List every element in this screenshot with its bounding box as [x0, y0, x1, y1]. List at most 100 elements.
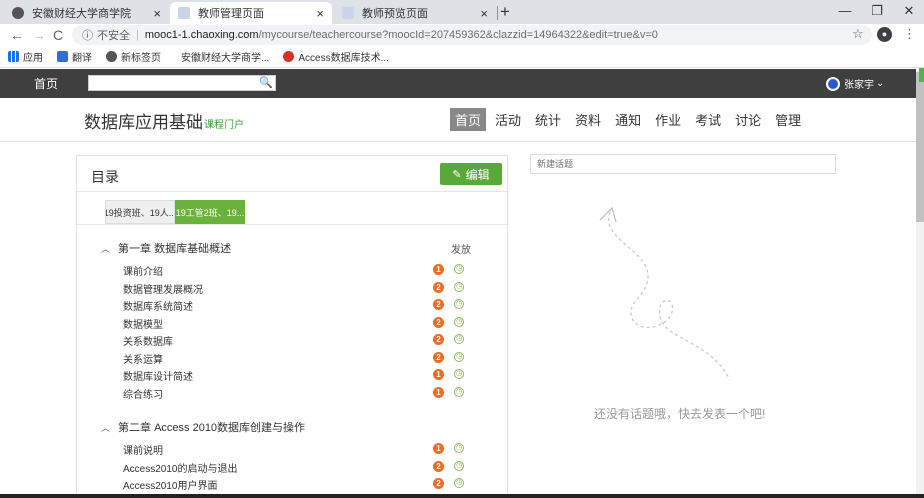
security-label: 不安全 [97, 30, 130, 42]
nav-notice[interactable]: 通知 [610, 108, 646, 131]
lesson-item[interactable]: 课前说明 [123, 442, 163, 457]
lesson-item[interactable]: Access2010用户界面 [123, 477, 217, 492]
tab-class-1[interactable]: 19投资班、19人... [105, 200, 175, 224]
maximize-button[interactable]: ❐ [862, 2, 892, 20]
clock-icon[interactable]: ◷ [454, 282, 464, 292]
chapter-title: 第一章 数据库基础概述 [118, 243, 232, 255]
site-home-link[interactable]: 首页 [34, 75, 58, 92]
user-menu[interactable]: 张家宇 ⌄ [826, 76, 884, 91]
side-indicator [919, 68, 924, 82]
chevron-up-icon[interactable]: ︿ [101, 242, 110, 255]
tab-close-icon[interactable]: × [316, 6, 324, 21]
chapter-2[interactable]: ︿ 第二章 Access 2010数据库创建与操作 [101, 419, 305, 435]
empty-topics-text: 还没有话题哦，快去发表一个吧! [594, 407, 766, 421]
browser-tab-3[interactable]: 教师预览页面 × [334, 2, 496, 24]
lesson-item[interactable]: 数据库系统简述 [123, 298, 193, 313]
clock-icon[interactable]: ◷ [454, 352, 464, 362]
pencil-icon: ✎ [452, 168, 462, 181]
site-header: 首页 🔍 张家宇 ⌄ [0, 69, 916, 98]
lesson-item[interactable]: 关系运算 [123, 351, 163, 366]
nav-discussion[interactable]: 讨论 [730, 108, 766, 131]
chevron-up-icon[interactable]: ︿ [101, 421, 110, 434]
clock-icon[interactable]: ◷ [454, 461, 464, 471]
lesson-count-badge: 1 [433, 369, 444, 380]
chapter-1[interactable]: ︿ 第一章 数据库基础概述 [101, 240, 231, 256]
lesson-count-badge: 2 [433, 461, 444, 472]
bookmark-access[interactable]: Access数据库技术... [283, 49, 389, 64]
course-portal-link[interactable]: 课程门户 [204, 120, 244, 131]
nav-exam[interactable]: 考试 [690, 108, 726, 131]
course-header: 数据库应用基础课程门户 首页 活动 统计 资料 通知 作业 考试 讨论 管理 [0, 98, 916, 142]
nav-materials[interactable]: 资料 [570, 108, 606, 131]
tab-title: 教师预览页面 [362, 8, 428, 20]
lesson-count-badge: 2 [433, 478, 444, 489]
clock-icon[interactable]: ◷ [454, 478, 464, 488]
course-nav: 首页 活动 统计 资料 通知 作业 考试 讨论 管理 [450, 108, 810, 131]
lesson-count-badge: 2 [433, 352, 444, 363]
info-icon[interactable]: ⓘ [82, 27, 93, 43]
nav-activity[interactable]: 活动 [490, 108, 526, 131]
globe-icon [106, 51, 117, 62]
browser-tab-2[interactable]: 教师管理页面 × [170, 2, 332, 24]
lesson-item[interactable]: 数据管理发展概况 [123, 281, 203, 296]
tab-close-icon[interactable]: × [480, 6, 488, 21]
clock-icon[interactable]: ◷ [454, 334, 464, 344]
url-input[interactable]: ⓘ 不安全 | mooc1-1.chaoxing.com/mycourse/te… [72, 25, 872, 45]
tab-close-icon[interactable]: × [153, 6, 161, 21]
clock-icon[interactable]: ◷ [454, 443, 464, 453]
bookmark-newtab[interactable]: 新标签页 [106, 49, 161, 64]
tab-separator [497, 6, 498, 20]
clock-icon[interactable]: ◷ [454, 299, 464, 309]
back-button[interactable]: ← [10, 25, 24, 45]
menu-icon[interactable]: ⋮ [903, 26, 916, 42]
search-icon[interactable]: 🔍 [259, 76, 273, 89]
lesson-count-badge: 2 [433, 282, 444, 293]
lesson-item[interactable]: 数据模型 [123, 316, 163, 331]
bookmark-star-icon[interactable]: ☆ [852, 26, 864, 42]
lesson-count-badge: 2 [433, 317, 444, 328]
lesson-item[interactable]: 课前介绍 [123, 263, 163, 278]
reload-button[interactable]: C [53, 25, 63, 45]
edit-button[interactable]: ✎ 编辑 [440, 163, 502, 185]
nav-home[interactable]: 首页 [450, 108, 487, 131]
account-icon[interactable]: ● [877, 27, 892, 42]
close-window-button[interactable]: ✕ [894, 2, 924, 20]
forward-button[interactable]: → [32, 25, 46, 45]
nav-stats[interactable]: 统计 [530, 108, 566, 131]
clock-icon[interactable]: ◷ [454, 317, 464, 327]
url-divider: | [136, 29, 139, 41]
address-bar: ← → C ⓘ 不安全 | mooc1-1.chaoxing.com/mycou… [0, 24, 924, 46]
bookmark-label: 应用 [23, 53, 43, 64]
nav-manage[interactable]: 管理 [770, 108, 806, 131]
new-topic-input[interactable] [530, 154, 836, 174]
tab-title: 安徽财经大学商学院 [32, 8, 131, 20]
bookmark-apps[interactable]: 应用 [8, 49, 43, 64]
bookmark-label: 新标签页 [121, 53, 161, 64]
bookmark-ahufe[interactable]: 安徽财经大学商学... [181, 49, 269, 64]
lesson-item[interactable]: Access2010的启动与退出 [123, 460, 237, 475]
browser-tab-1[interactable]: 安徽财经大学商学院 × [4, 2, 169, 24]
minimize-button[interactable]: — [830, 2, 860, 20]
lesson-count-badge: 1 [433, 443, 444, 454]
site-search-input[interactable]: 🔍 [88, 75, 276, 91]
clock-icon[interactable]: ◷ [454, 387, 464, 397]
clock-icon[interactable]: ◷ [454, 264, 464, 274]
new-tab-button[interactable]: + [500, 2, 510, 22]
clock-icon[interactable]: ◷ [454, 369, 464, 379]
edit-label: 编辑 [465, 167, 490, 182]
url-host: mooc1-1.chaoxing.com [144, 29, 259, 41]
chapter-title: 第二章 Access 2010数据库创建与操作 [118, 422, 306, 434]
scrollbar-thumb[interactable] [916, 72, 924, 222]
tab-class-2[interactable]: 19工管2班、19... [175, 200, 245, 224]
taskbar-strip [0, 494, 924, 498]
user-name: 张家宇 [844, 80, 874, 91]
nav-homework[interactable]: 作业 [650, 108, 686, 131]
lesson-item[interactable]: 关系数据库 [123, 333, 173, 348]
bookmark-translate[interactable]: 翻译 [57, 49, 92, 64]
course-title: 数据库应用基础课程门户 [84, 108, 244, 133]
catalog-title: 目录 [91, 169, 119, 185]
access-icon [283, 51, 295, 62]
lesson-item[interactable]: 数据库设计简述 [123, 368, 193, 383]
lesson-item[interactable]: 综合练习 [123, 386, 163, 401]
avatar [826, 76, 840, 91]
